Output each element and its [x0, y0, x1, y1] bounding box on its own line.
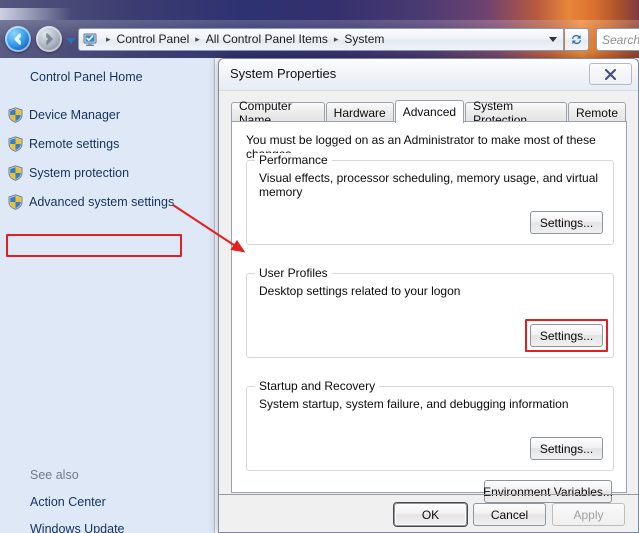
- cancel-button[interactable]: Cancel: [473, 503, 546, 526]
- breadcrumb-separator: ▸: [195, 34, 200, 44]
- uac-shield-icon: [8, 135, 23, 152]
- close-button[interactable]: [589, 63, 632, 85]
- sidebar-item-label: Remote settings: [29, 136, 120, 151]
- back-button[interactable]: [5, 26, 31, 52]
- see-also-heading: See also: [30, 468, 79, 482]
- search-input[interactable]: Search: [596, 28, 639, 51]
- breadcrumb-separator: ▸: [106, 34, 111, 44]
- sidebar-item-label: Advanced system settings: [29, 194, 175, 209]
- forward-button[interactable]: [36, 26, 62, 52]
- tab-computer-name[interactable]: Computer Name: [231, 99, 325, 127]
- search-placeholder: Search: [602, 32, 639, 47]
- tab-hardware[interactable]: Hardware: [325, 102, 394, 122]
- sidebar-item-label: System protection: [29, 165, 130, 180]
- chevron-down-icon[interactable]: [549, 37, 557, 42]
- refresh-icon: [572, 34, 581, 45]
- sidebar-item-label: Device Manager: [29, 107, 121, 122]
- sidebar-item-system-protection[interactable]: System protection: [8, 162, 129, 183]
- performance-group-title: Performance: [255, 153, 332, 167]
- computer-icon: [83, 32, 99, 48]
- dialog-title: System Properties: [230, 66, 337, 81]
- sidebar-item-advanced-system-settings[interactable]: Advanced system settings: [8, 191, 174, 212]
- ok-button[interactable]: OK: [394, 503, 467, 526]
- breadcrumb-control-panel[interactable]: Control Panel: [115, 29, 192, 50]
- tab-remote[interactable]: Remote: [567, 102, 626, 122]
- user-profiles-settings-highlight: [525, 319, 608, 352]
- environment-variables-button[interactable]: Environment Variables...: [483, 480, 613, 503]
- startup-recovery-settings-button[interactable]: Settings...: [530, 437, 603, 460]
- forward-arrow-icon: [46, 33, 53, 45]
- sidebar-item-control-panel-home[interactable]: Control Panel Home: [30, 70, 143, 84]
- user-profiles-group-description: Desktop settings related to your logon: [259, 284, 461, 298]
- explorer-address-toolbar: ▸ Control Panel ▸ All Control Panel Item…: [0, 20, 639, 58]
- tab-advanced[interactable]: Advanced: [394, 100, 465, 123]
- footer-divider: [219, 494, 638, 495]
- breadcrumb-system[interactable]: System: [342, 29, 386, 50]
- system-properties-dialog: System Properties Computer Name Hardware…: [218, 58, 639, 533]
- startup-recovery-group: Startup and Recovery System startup, sys…: [246, 379, 614, 471]
- close-icon: [604, 68, 617, 80]
- screenshot-root: ▸ Control Panel ▸ All Control Panel Item…: [0, 0, 639, 533]
- refresh-button[interactable]: [565, 28, 589, 51]
- performance-group: Performance Visual effects, processor sc…: [246, 153, 614, 245]
- sidebar-item-action-center[interactable]: Action Center: [30, 495, 106, 509]
- recent-pages-dropdown[interactable]: [66, 38, 76, 44]
- breadcrumb-separator: ▸: [333, 34, 339, 44]
- address-bar[interactable]: ▸ Control Panel ▸ All Control Panel Item…: [78, 28, 564, 51]
- uac-shield-icon: [8, 193, 23, 210]
- uac-shield-icon: [8, 106, 23, 123]
- sidebar-item-windows-update[interactable]: Windows Update: [30, 522, 125, 533]
- uac-shield-icon: [8, 164, 23, 181]
- tab-system-protection[interactable]: System Protection: [465, 99, 567, 127]
- breadcrumb-all-control-panel-items[interactable]: All Control Panel Items: [204, 29, 330, 50]
- advanced-system-settings-highlight: [6, 234, 182, 257]
- user-profiles-group: User Profiles Desktop settings related t…: [246, 266, 614, 358]
- dialog-body: Computer Name Hardware Advanced System P…: [219, 91, 638, 532]
- user-profiles-group-title: User Profiles: [255, 266, 332, 280]
- back-arrow-icon: [14, 33, 21, 45]
- apply-button[interactable]: Apply: [552, 503, 625, 526]
- desktop-wallpaper-band: [0, 0, 639, 20]
- sidebar-item-remote-settings[interactable]: Remote settings: [8, 133, 119, 154]
- tab-strip: Computer Name Hardware Advanced System P…: [231, 99, 627, 127]
- performance-settings-button[interactable]: Settings...: [530, 211, 603, 234]
- advanced-tab-page: You must be logged on as an Administrato…: [231, 121, 627, 503]
- dialog-titlebar: System Properties: [219, 59, 638, 91]
- sidebar-item-device-manager[interactable]: Device Manager: [8, 104, 120, 125]
- performance-group-description: Visual effects, processor scheduling, me…: [259, 171, 599, 199]
- startup-recovery-group-description: System startup, system failure, and debu…: [259, 397, 569, 411]
- control-panel-sidebar: Control Panel Home Device Manager Remote…: [0, 58, 215, 533]
- startup-recovery-group-title: Startup and Recovery: [255, 379, 380, 393]
